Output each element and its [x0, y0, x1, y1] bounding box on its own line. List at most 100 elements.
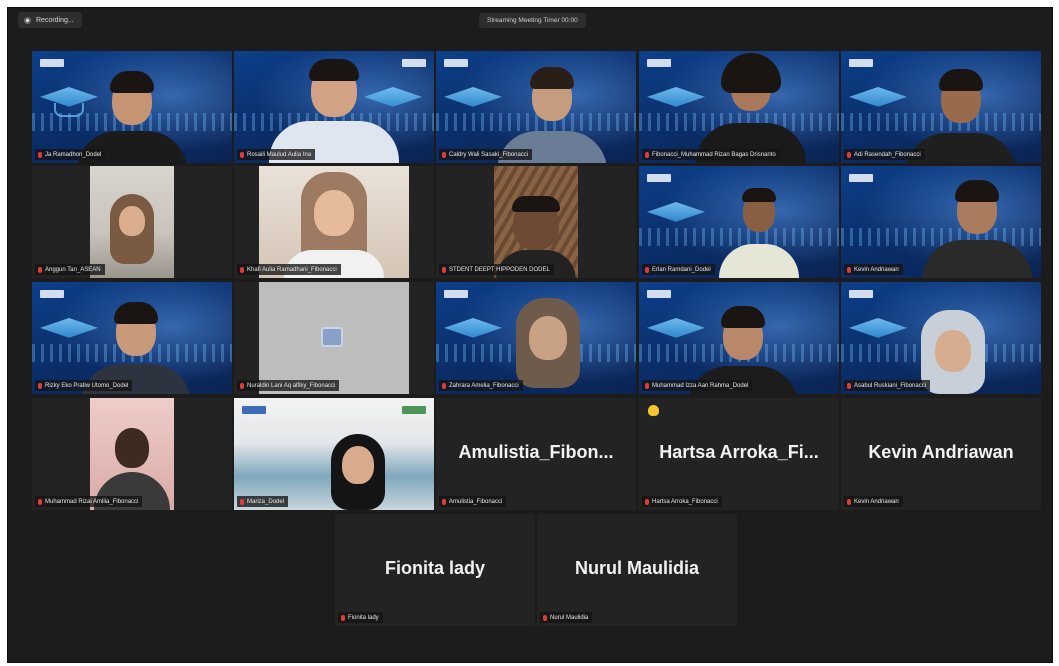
participant-name-label: Hartsa Arroka_Fibonacci: [642, 496, 722, 507]
participant-video: [259, 282, 409, 394]
mic-muted-icon: [341, 614, 345, 621]
participant-video: [494, 166, 578, 278]
participant-name-label: Muhammad Rizai Amilia_Fibonacci: [35, 496, 143, 507]
participant-video: [691, 53, 811, 163]
record-icon: [24, 16, 31, 24]
participant-name-label: Rosaili Maulud Aulia Ina: [237, 149, 316, 160]
recording-label: Recording...: [36, 16, 74, 24]
brand-logo-icon: [40, 59, 64, 67]
name-only-tile[interactable]: Kevin Andriawan Kevin Andriawan: [841, 398, 1041, 510]
participant-video: [90, 398, 174, 510]
participant-name-label: Mariza_Dodel: [237, 496, 289, 507]
participant-name-label: Zahrara Amelia_Fibonacci: [439, 380, 523, 391]
name-only-tile[interactable]: Nurul Maulidia Nurul Maulidia: [537, 514, 737, 626]
mic-muted-icon: [645, 382, 649, 389]
mic-muted-icon: [847, 266, 851, 273]
participant-name-label: Rizky Eko Pratiw Utomo_Dodel: [35, 380, 133, 391]
participant-name-label: Erlan Ramdani_Dodel: [642, 264, 715, 275]
participant-display-name: Fionita lady: [384, 558, 485, 578]
mic-muted-icon: [442, 498, 446, 505]
mic-muted-icon: [543, 614, 547, 621]
participant-name-label: Kevin Andriawan: [844, 496, 903, 507]
raised-hand-icon: [648, 405, 659, 416]
name-only-tile[interactable]: Fionita lady Fionita lady: [335, 514, 535, 626]
participant-display-name: Hartsa Arroka_Fi...: [659, 442, 819, 462]
video-tile[interactable]: Zahrara Amelia_Fibonacci: [436, 282, 636, 394]
graduation-cap-icon: [647, 202, 705, 222]
video-tile-active-speaker[interactable]: Rosaili Maulud Aulia Ina: [234, 51, 434, 163]
participant-video: [922, 180, 1032, 278]
participant-name-label: Amulistia_Fibonacci: [439, 496, 507, 507]
mic-muted-icon: [442, 382, 446, 389]
mic-muted-icon: [38, 266, 42, 273]
name-only-tile[interactable]: Amulistia_Fibon... Amulistia_Fibonacci: [436, 398, 636, 510]
meeting-window: Recording... Streaming Meeting Timer 00:…: [7, 7, 1053, 663]
mic-muted-icon: [240, 266, 244, 273]
participant-name-label: Ja Ramadhon_Dodel: [35, 149, 106, 160]
meeting-title[interactable]: Streaming Meeting Timer 00:00: [479, 13, 586, 28]
brand-logo-icon: [444, 59, 468, 67]
participant-name-label: Khafi Aulia Ramadhani_Fibonacci: [237, 264, 341, 275]
participant-name-label: Asabul Ruskiani_Fibonacci: [844, 380, 931, 391]
video-tile[interactable]: Kevin Andriawan: [841, 166, 1041, 278]
video-tile[interactable]: Mariza_Dodel: [234, 398, 434, 510]
mic-muted-icon: [442, 151, 446, 158]
video-tile[interactable]: Erlan Ramdani_Dodel: [639, 166, 839, 278]
participant-video: [318, 434, 398, 510]
brand-logo-icon: [647, 59, 671, 67]
video-tile[interactable]: Caldry Wali Sasaki_Fibonacci: [436, 51, 636, 163]
video-tile[interactable]: Fibonacci_Muhammad Rizan Bagas Drisnanto: [639, 51, 839, 163]
mic-muted-icon: [240, 151, 244, 158]
mic-muted-icon: [38, 498, 42, 505]
brand-logo-icon: [849, 59, 873, 67]
participant-video: [709, 188, 809, 278]
participant-name-label: Kevin Andriawan: [844, 264, 903, 275]
mic-muted-icon: [847, 151, 851, 158]
mic-muted-icon: [847, 498, 851, 505]
brand-logo-icon: [444, 290, 468, 298]
participant-name-label: Caldry Wali Sasaki_Fibonacci: [439, 149, 533, 160]
participant-name-label: Nuraldin Lani Aq alfiky_Fibonacci: [237, 380, 340, 391]
participant-name-label: STDENT DEEPT HIPPODEN DODEL: [439, 264, 554, 275]
video-tile[interactable]: Nuraldin Lani Aq alfiky_Fibonacci: [234, 282, 434, 394]
brand-logo-icon: [242, 406, 266, 414]
participant-display-name: Amulistia_Fibon...: [458, 442, 614, 462]
mic-muted-icon: [847, 382, 851, 389]
participant-name-label: Anggun Tan_ASEAN: [35, 264, 105, 275]
partner-logo-icon: [402, 406, 426, 414]
video-tile[interactable]: STDENT DEEPT HIPPODEN DODEL: [436, 166, 636, 278]
participant-video: [90, 166, 174, 278]
participant-name-label: Muhammad Izza Aan Rahma_Dodel: [642, 380, 753, 391]
video-tile[interactable]: Muhammad Izza Aan Rahma_Dodel: [639, 282, 839, 394]
participant-name-label: Fionita lady: [338, 612, 383, 623]
top-bar: Recording... Streaming Meeting Timer 00:…: [8, 8, 1052, 32]
mic-muted-icon: [442, 266, 446, 273]
video-tile[interactable]: Rizky Eko Pratiw Utomo_Dodel: [32, 282, 232, 394]
mic-muted-icon: [645, 498, 649, 505]
mic-muted-icon: [38, 382, 42, 389]
video-tile[interactable]: Asabul Ruskiani_Fibonacci: [841, 282, 1041, 394]
video-placeholder-icon: [321, 327, 343, 347]
participant-name-label: Nurul Maulidia: [540, 612, 593, 623]
brand-logo-icon: [647, 174, 671, 182]
brand-logo-icon: [849, 290, 873, 298]
participant-video: [259, 166, 409, 278]
video-tile[interactable]: Anggun Tan_ASEAN: [32, 166, 232, 278]
brand-logo-icon: [402, 59, 426, 67]
video-tile[interactable]: Muhammad Rizai Amilia_Fibonacci: [32, 398, 232, 510]
mic-muted-icon: [38, 151, 42, 158]
participant-video: [269, 59, 399, 163]
mic-muted-icon: [240, 382, 244, 389]
graduation-cap-icon: [849, 87, 907, 107]
brand-logo-icon: [647, 290, 671, 298]
video-tile[interactable]: Adi Rasendah_Fibonacci: [841, 51, 1041, 163]
graduation-cap-icon: [444, 87, 502, 107]
brand-logo-icon: [849, 174, 873, 182]
mic-muted-icon: [645, 266, 649, 273]
brand-logo-icon: [40, 290, 64, 298]
recording-button[interactable]: Recording...: [18, 12, 82, 28]
participant-name-label: Adi Rasendah_Fibonacci: [844, 149, 925, 160]
video-tile[interactable]: Khafi Aulia Ramadhani_Fibonacci: [234, 166, 434, 278]
name-only-tile[interactable]: Hartsa Arroka_Fi... Hartsa Arroka_Fibona…: [639, 398, 839, 510]
video-tile[interactable]: Ja Ramadhon_Dodel: [32, 51, 232, 163]
